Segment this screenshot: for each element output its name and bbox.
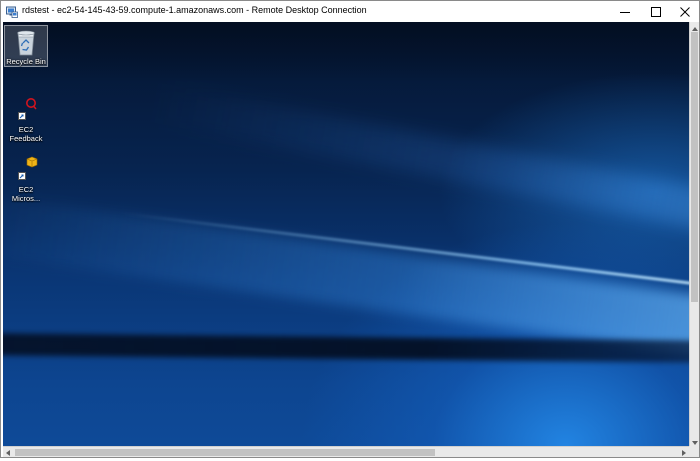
wallpaper-dark-band bbox=[3, 333, 689, 363]
title-bar[interactable]: rdstest - ec2-54-145-43-59.compute-1.ama… bbox=[1, 1, 699, 22]
recycle-bin-icon bbox=[10, 28, 42, 56]
remote-desktop-app-icon[interactable] bbox=[6, 5, 18, 18]
remote-desktop-window: rdstest - ec2-54-145-43-59.compute-1.ama… bbox=[0, 0, 700, 458]
horizontal-scroll-thumb[interactable] bbox=[15, 449, 435, 456]
wallpaper-shadow bbox=[3, 22, 689, 82]
remote-desktop-area[interactable]: Recycle Bin EC2 Feedback EC2 Micros... bbox=[3, 22, 689, 446]
scroll-down-button[interactable] bbox=[690, 436, 700, 446]
window-title: rdstest - ec2-54-145-43-59.compute-1.ama… bbox=[22, 5, 367, 15]
vertical-scroll-thumb[interactable] bbox=[691, 32, 698, 302]
ec2-feedback-icon bbox=[10, 96, 42, 124]
desktop-icon-ec2-microsoft[interactable]: EC2 Micros... bbox=[4, 154, 48, 203]
minimize-icon bbox=[620, 7, 630, 17]
shortcut-arrow-icon bbox=[18, 112, 26, 120]
desktop-icon-recycle-bin[interactable]: Recycle Bin bbox=[4, 25, 48, 67]
close-icon bbox=[680, 6, 690, 17]
chevron-right-icon bbox=[682, 443, 686, 461]
horizontal-scrollbar[interactable] bbox=[3, 446, 689, 457]
ec2-microsoft-icon bbox=[10, 156, 42, 184]
desktop-icon-ec2-feedback[interactable]: EC2 Feedback bbox=[4, 94, 48, 143]
vertical-scrollbar[interactable] bbox=[689, 22, 699, 446]
wallpaper-light-beam bbox=[3, 192, 689, 364]
wallpaper-light-beam-core bbox=[122, 212, 689, 289]
ec2-feedback-label: EC2 Feedback bbox=[9, 125, 43, 143]
scroll-left-button[interactable] bbox=[3, 447, 13, 457]
scroll-right-button[interactable] bbox=[679, 447, 689, 457]
ec2-microsoft-label: EC2 Micros... bbox=[11, 185, 41, 203]
minimize-button[interactable] bbox=[610, 1, 640, 22]
maximize-icon bbox=[651, 6, 661, 17]
scrollbar-corner bbox=[689, 446, 699, 457]
wallpaper-light-beam-upper bbox=[149, 82, 689, 237]
maximize-button[interactable] bbox=[641, 1, 671, 22]
chevron-left-icon bbox=[6, 443, 10, 461]
scroll-up-button[interactable] bbox=[690, 22, 700, 32]
recycle-bin-label: Recycle Bin bbox=[6, 57, 46, 66]
shortcut-arrow-icon bbox=[18, 172, 26, 180]
